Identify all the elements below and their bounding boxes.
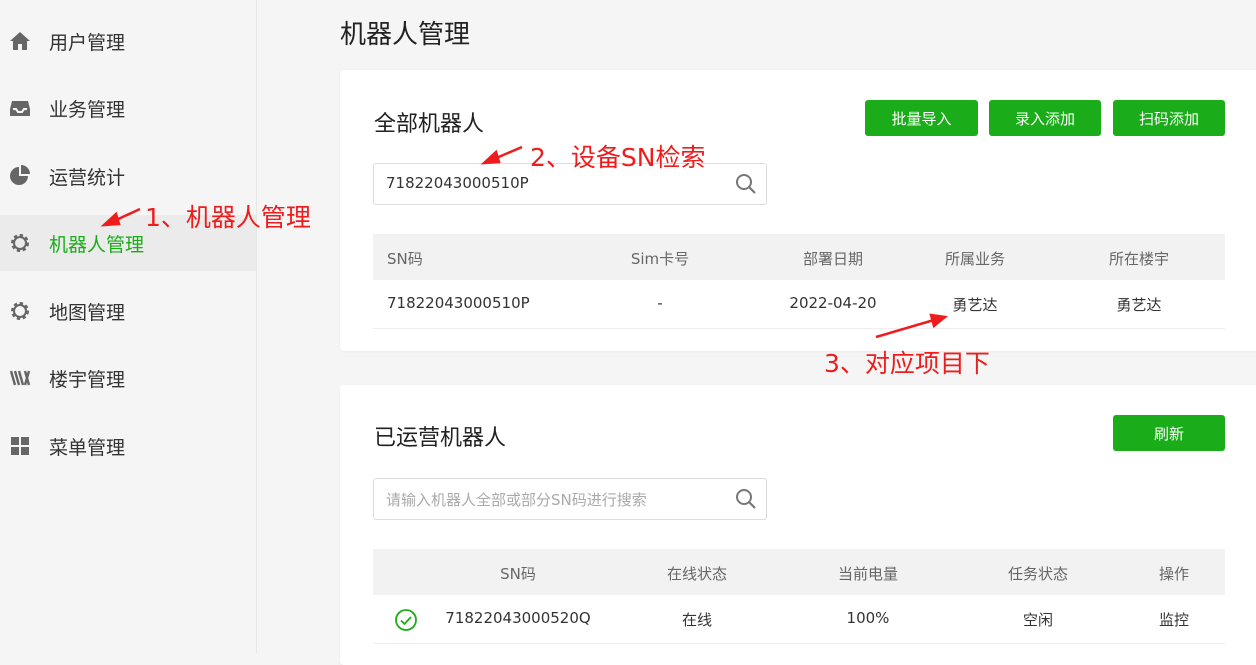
sidebar-item-label: 业务管理	[49, 98, 126, 121]
sidebar-item-label: 用户管理	[49, 31, 126, 54]
column-header: 所在楼宇	[1108, 250, 1170, 268]
operating-robots-title: 已运营机器人	[374, 426, 507, 451]
column-header: 所属业务	[944, 250, 1006, 268]
search-placeholder: 请输入机器人全部或部分SN码进行搜索	[386, 491, 647, 509]
sidebar-item-users[interactable]: 用户管理	[0, 13, 256, 69]
column-header: 任务状态	[1007, 565, 1069, 583]
all-robots-card: 全部机器人 批量导入 录入添加 扫码添加 71822043000510P SN码…	[340, 70, 1256, 351]
cell-sim: -	[657, 294, 663, 312]
sidebar-item-buildings[interactable]: 楼宇管理	[0, 350, 256, 406]
search-icon[interactable]	[734, 172, 758, 196]
cell-date: 2022-04-20	[789, 294, 877, 312]
page-title: 机器人管理	[340, 20, 471, 50]
table-row[interactable]: 71822043000510P - 2022-04-20 勇艺达 勇艺达	[373, 280, 1225, 329]
sidebar-item-label: 菜单管理	[49, 436, 126, 459]
all-robots-title: 全部机器人	[374, 112, 485, 137]
table-header: SN码 在线状态 当前电量 任务状态 操作	[373, 549, 1225, 595]
column-header: 在线状态	[666, 565, 728, 583]
cell-task: 空闲	[1022, 611, 1054, 629]
cell-business: 勇艺达	[952, 296, 998, 314]
annotation-step-2: 2、设备SN检索	[530, 143, 706, 172]
annotation-step-1: 1、机器人管理	[145, 203, 311, 232]
sidebar-item-menus[interactable]: 菜单管理	[0, 418, 256, 474]
column-header: 操作	[1158, 565, 1190, 583]
home-icon	[8, 29, 32, 53]
annotation-step-3: 3、对应项目下	[824, 349, 990, 378]
cell-sn: 71822043000520Q	[445, 609, 591, 627]
column-header: 部署日期	[802, 250, 864, 268]
inbox-icon	[8, 96, 32, 120]
column-header: SN码	[387, 250, 423, 268]
batch-import-button[interactable]: 批量导入	[865, 100, 978, 136]
sidebar-item-label: 楼宇管理	[49, 368, 126, 391]
refresh-button[interactable]: 刷新	[1113, 415, 1225, 451]
building-icon	[8, 366, 32, 390]
cell-battery: 100%	[846, 609, 890, 627]
sidebar-item-maps[interactable]: 地图管理	[0, 283, 256, 339]
column-header: 当前电量	[837, 565, 899, 583]
sidebar-item-statistics[interactable]: 运营统计	[0, 148, 256, 204]
pie-chart-icon	[8, 164, 32, 188]
gear-icon	[8, 231, 32, 255]
search-icon[interactable]	[734, 487, 758, 511]
column-header: SN码	[500, 565, 536, 583]
sidebar: 用户管理 业务管理 运营统计 机器人管理 地图管理 楼宇管理 菜单管理	[0, 0, 257, 653]
operating-robots-card: 已运营机器人 刷新 请输入机器人全部或部分SN码进行搜索 SN码 在线状态 当前…	[340, 385, 1256, 665]
manual-add-button[interactable]: 录入添加	[989, 100, 1101, 136]
sidebar-item-business[interactable]: 业务管理	[0, 80, 256, 136]
grid-icon	[8, 434, 32, 458]
column-header: Sim卡号	[630, 250, 690, 268]
scan-add-button[interactable]: 扫码添加	[1113, 100, 1225, 136]
cell-sn: 71822043000510P	[387, 294, 530, 312]
table-row[interactable]: 71822043000520Q 在线 100% 空闲 监控	[373, 595, 1225, 644]
gear-icon	[8, 299, 32, 323]
sidebar-item-label: 机器人管理	[49, 233, 145, 256]
monitor-link[interactable]: 监控	[1159, 609, 1189, 630]
cell-building: 勇艺达	[1116, 296, 1162, 314]
cell-online: 在线	[681, 611, 713, 629]
check-circle-icon	[394, 608, 418, 632]
table-header: SN码 Sim卡号 部署日期 所属业务 所在楼宇	[373, 234, 1225, 280]
sidebar-item-label: 运营统计	[49, 166, 126, 189]
sidebar-item-label: 地图管理	[49, 301, 126, 324]
search-value: 71822043000510P	[386, 174, 529, 192]
operating-search-input[interactable]: 请输入机器人全部或部分SN码进行搜索	[373, 478, 767, 520]
